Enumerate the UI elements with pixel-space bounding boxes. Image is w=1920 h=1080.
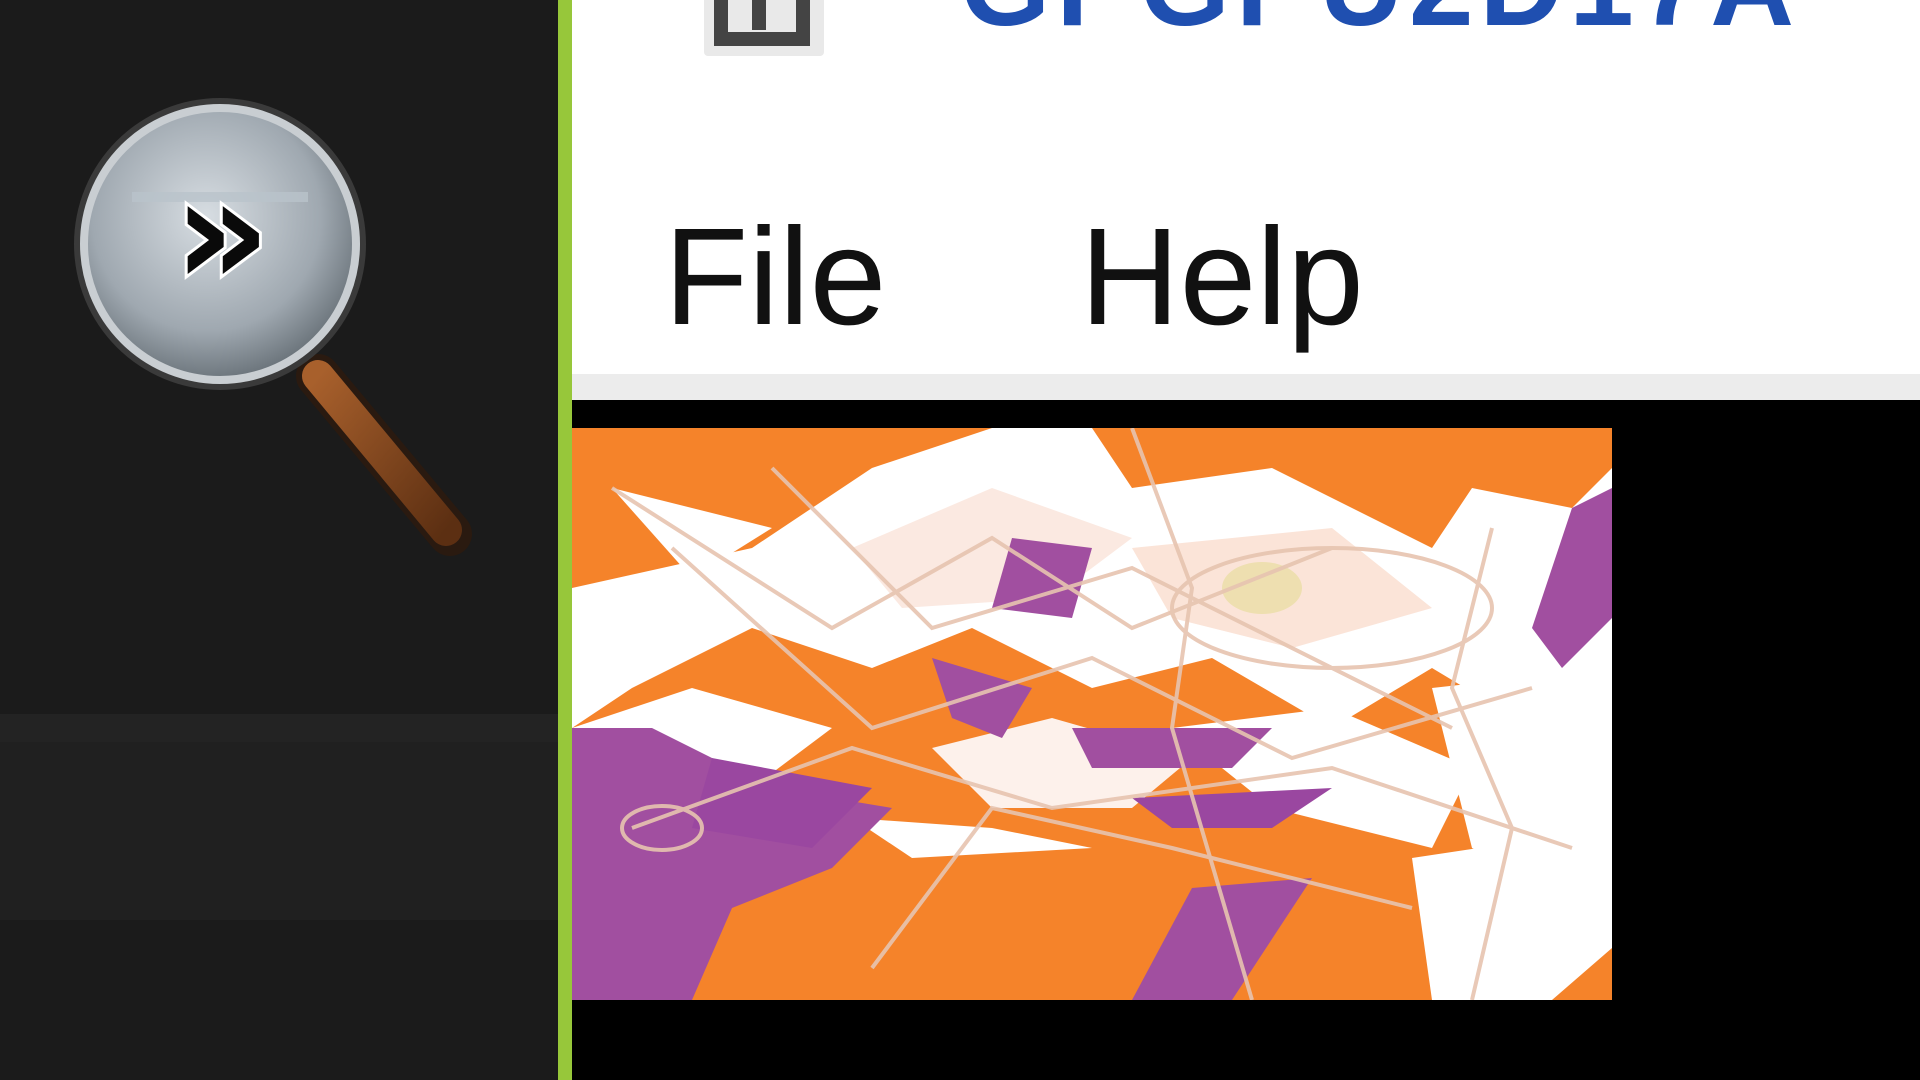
- side-panel-band-lower: [0, 742, 558, 920]
- app-icon-bar: [752, 0, 766, 30]
- magnifier-forward-icon[interactable]: »: [60, 84, 480, 564]
- app-window: GPGPU2D17A File Help: [572, 0, 1920, 1080]
- window-title: GPGPU2D17A: [960, 0, 1800, 52]
- accent-divider: [558, 0, 572, 1080]
- title-bar[interactable]: GPGPU2D17A: [572, 0, 1920, 80]
- side-panel-band: [0, 714, 558, 742]
- screen: » GPGPU2D17A File Help: [0, 0, 1920, 1080]
- menu-help[interactable]: Help: [1080, 208, 1364, 346]
- artwork-image[interactable]: [572, 428, 1612, 1000]
- side-panel: »: [0, 0, 558, 1080]
- app-icon[interactable]: [704, 0, 824, 56]
- menu-bar: File Help: [572, 80, 1920, 400]
- canvas-area: [572, 400, 1920, 1080]
- menu-file[interactable]: File: [664, 208, 886, 346]
- forward-glyph: »: [174, 146, 271, 320]
